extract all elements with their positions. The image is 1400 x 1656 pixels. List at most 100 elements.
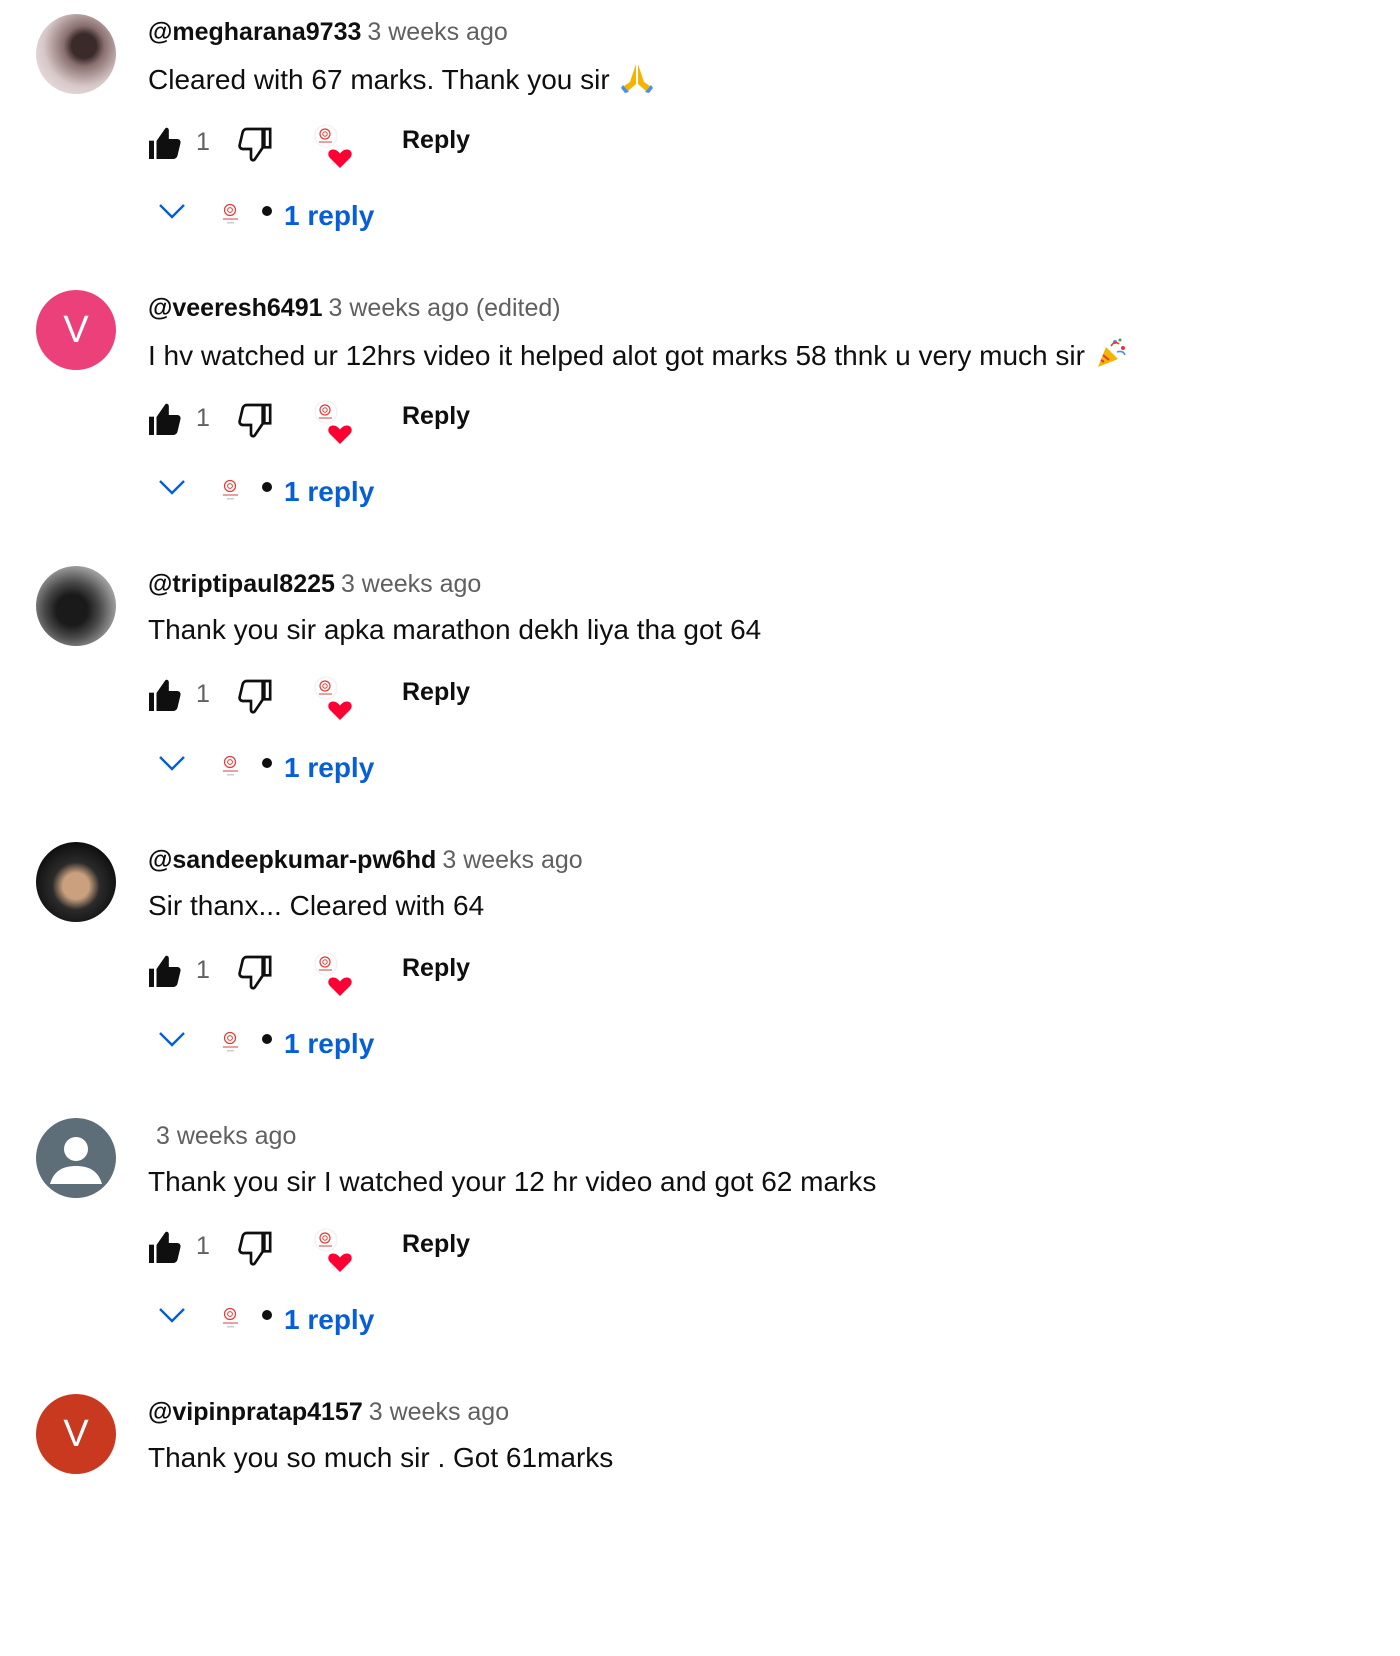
- avatar[interactable]: [36, 14, 116, 94]
- reply-button[interactable]: Reply: [402, 954, 470, 983]
- chevron-down-icon: [158, 202, 186, 225]
- view-replies-button[interactable]: 1 reply: [152, 1020, 412, 1068]
- creator-avatar-icon: [216, 1026, 246, 1056]
- thumbs-up-icon: [144, 679, 184, 720]
- reply-button[interactable]: Reply: [402, 678, 470, 707]
- like-button[interactable]: [144, 1228, 184, 1268]
- author-name[interactable]: @triptipaul8225: [148, 570, 335, 598]
- avatar-letter: V: [63, 1412, 89, 1455]
- like-button[interactable]: [144, 400, 184, 440]
- comment-body: I hv watched ur 12hrs video it helped al…: [148, 336, 1129, 379]
- reply-count: 1 reply: [284, 1304, 375, 1335]
- chevron-down-icon: [158, 1030, 186, 1053]
- dislike-button[interactable]: [236, 952, 276, 992]
- like-button[interactable]: [144, 952, 184, 992]
- chevron-down-icon: [158, 754, 186, 777]
- comment-header: @triptipaul8225 3 weeks ago: [148, 568, 481, 600]
- comment-header: @sandeepkumar-pw6hd 3 weeks ago: [148, 844, 583, 876]
- comment-body: Sir thanx... Cleared with 64: [148, 888, 484, 924]
- creator-heart-icon: [314, 1228, 354, 1272]
- comment-body: Thank you sir apka marathon dekh liya th…: [148, 612, 761, 648]
- avatar[interactable]: V: [36, 290, 116, 370]
- comment-actions: 1 Reply: [144, 948, 484, 996]
- reply-button[interactable]: Reply: [402, 126, 470, 155]
- like-count: 1: [196, 128, 210, 156]
- dislike-button[interactable]: [236, 1228, 276, 1268]
- comment-timestamp[interactable]: 3 weeks ago: [156, 1122, 296, 1150]
- author-name[interactable]: @megharana9733: [148, 18, 361, 46]
- folded-hands-emoji: [620, 60, 654, 103]
- comment-thread: V @veeresh6491 3 weeks ago (edited) I hv wa…: [0, 276, 1400, 552]
- comment-actions: 1 Reply: [144, 1224, 484, 1272]
- dislike-button[interactable]: [236, 124, 276, 164]
- like-count: 1: [196, 404, 210, 432]
- creator-heart-icon: [314, 676, 354, 720]
- comment-body: Thank you sir I watched your 12 hr video…: [148, 1164, 876, 1200]
- comment-text: Thank you sir apka marathon dekh liya th…: [148, 614, 762, 645]
- comment-thread: @triptipaul8225 3 weeks ago Thank you sir …: [0, 552, 1400, 828]
- creator-avatar-icon: [216, 750, 246, 780]
- comment-timestamp[interactable]: 3 weeks ago: [367, 18, 507, 46]
- comment-header: 3 weeks ago: [148, 1120, 296, 1152]
- comment-text: Sir thanx... Cleared with 64: [148, 890, 485, 921]
- like-count: 1: [196, 956, 210, 984]
- like-button[interactable]: [144, 676, 184, 716]
- separator-dot: [262, 206, 272, 216]
- chevron-down-icon: [158, 478, 186, 501]
- comment-text: Thank you so much sir . Got 61marks: [148, 1442, 614, 1473]
- avatar[interactable]: [36, 566, 116, 646]
- comment-body: Thank you so much sir . Got 61marks: [148, 1440, 613, 1476]
- creator-heart-icon: [314, 400, 354, 444]
- comment-actions: 1 Reply: [144, 672, 484, 720]
- thumbs-down-icon: [236, 127, 276, 168]
- view-replies-button[interactable]: 1 reply: [152, 192, 412, 240]
- avatar-letter: V: [63, 308, 89, 351]
- comment-timestamp[interactable]: 3 weeks ago: [442, 846, 582, 874]
- comment-text: I hv watched ur 12hrs video it helped al…: [148, 339, 1085, 371]
- avatar[interactable]: [36, 842, 116, 922]
- like-button[interactable]: [144, 124, 184, 164]
- dislike-button[interactable]: [236, 400, 276, 440]
- creator-heart-icon: [314, 124, 354, 168]
- reply-count: 1 reply: [284, 1028, 375, 1059]
- thumbs-up-icon: [144, 955, 184, 996]
- thumbs-down-icon: [236, 679, 276, 720]
- thumbs-up-icon: [144, 403, 184, 444]
- author-name[interactable]: @veeresh6491: [148, 294, 323, 322]
- comment-actions: 1 Reply: [144, 120, 484, 168]
- view-replies-button[interactable]: 1 reply: [152, 468, 412, 516]
- comment-timestamp[interactable]: 3 weeks ago: [341, 570, 481, 598]
- separator-dot: [262, 1034, 272, 1044]
- author-name[interactable]: @sandeepkumar-pw6hd: [148, 846, 436, 874]
- author-name[interactable]: @vipinpratap4157: [148, 1398, 363, 1426]
- separator-dot: [262, 1310, 272, 1320]
- reply-count: 1 reply: [284, 200, 375, 231]
- comment-header: @megharana9733 3 weeks ago: [148, 16, 508, 48]
- view-replies-button[interactable]: 1 reply: [152, 744, 412, 792]
- like-count: 1: [196, 1232, 210, 1260]
- chevron-down-icon: [158, 1306, 186, 1329]
- comment-timestamp[interactable]: 3 weeks ago: [369, 1398, 509, 1426]
- party-popper-emoji: [1095, 336, 1129, 379]
- creator-avatar-icon: [216, 198, 246, 228]
- creator-avatar-icon: [216, 1302, 246, 1332]
- avatar[interactable]: [36, 1118, 116, 1198]
- comment-thread: @sandeepkumar-pw6hd 3 weeks ago Sir thanx.…: [0, 828, 1400, 1104]
- creator-avatar-icon: [216, 474, 246, 504]
- comment-thread: 3 weeks ago Thank you sir I watched your …: [0, 1104, 1400, 1380]
- thumbs-up-icon: [144, 127, 184, 168]
- creator-heart-icon: [314, 952, 354, 996]
- view-replies-button[interactable]: 1 reply: [152, 1296, 412, 1344]
- comment-timestamp[interactable]: 3 weeks ago (edited): [329, 294, 561, 322]
- reply-count: 1 reply: [284, 476, 375, 507]
- reply-count: 1 reply: [284, 752, 375, 783]
- comment-header: @veeresh6491 3 weeks ago (edited): [148, 292, 561, 324]
- comment-thread: V @vipinpratap4157 3 weeks ago Thank you so…: [0, 1380, 1400, 1656]
- avatar[interactable]: V: [36, 1394, 116, 1474]
- reply-button[interactable]: Reply: [402, 1230, 470, 1259]
- reply-button[interactable]: Reply: [402, 402, 470, 431]
- comment-body: Cleared with 67 marks. Thank you sir: [148, 60, 654, 103]
- separator-dot: [262, 758, 272, 768]
- dislike-button[interactable]: [236, 676, 276, 716]
- thumbs-down-icon: [236, 1231, 276, 1272]
